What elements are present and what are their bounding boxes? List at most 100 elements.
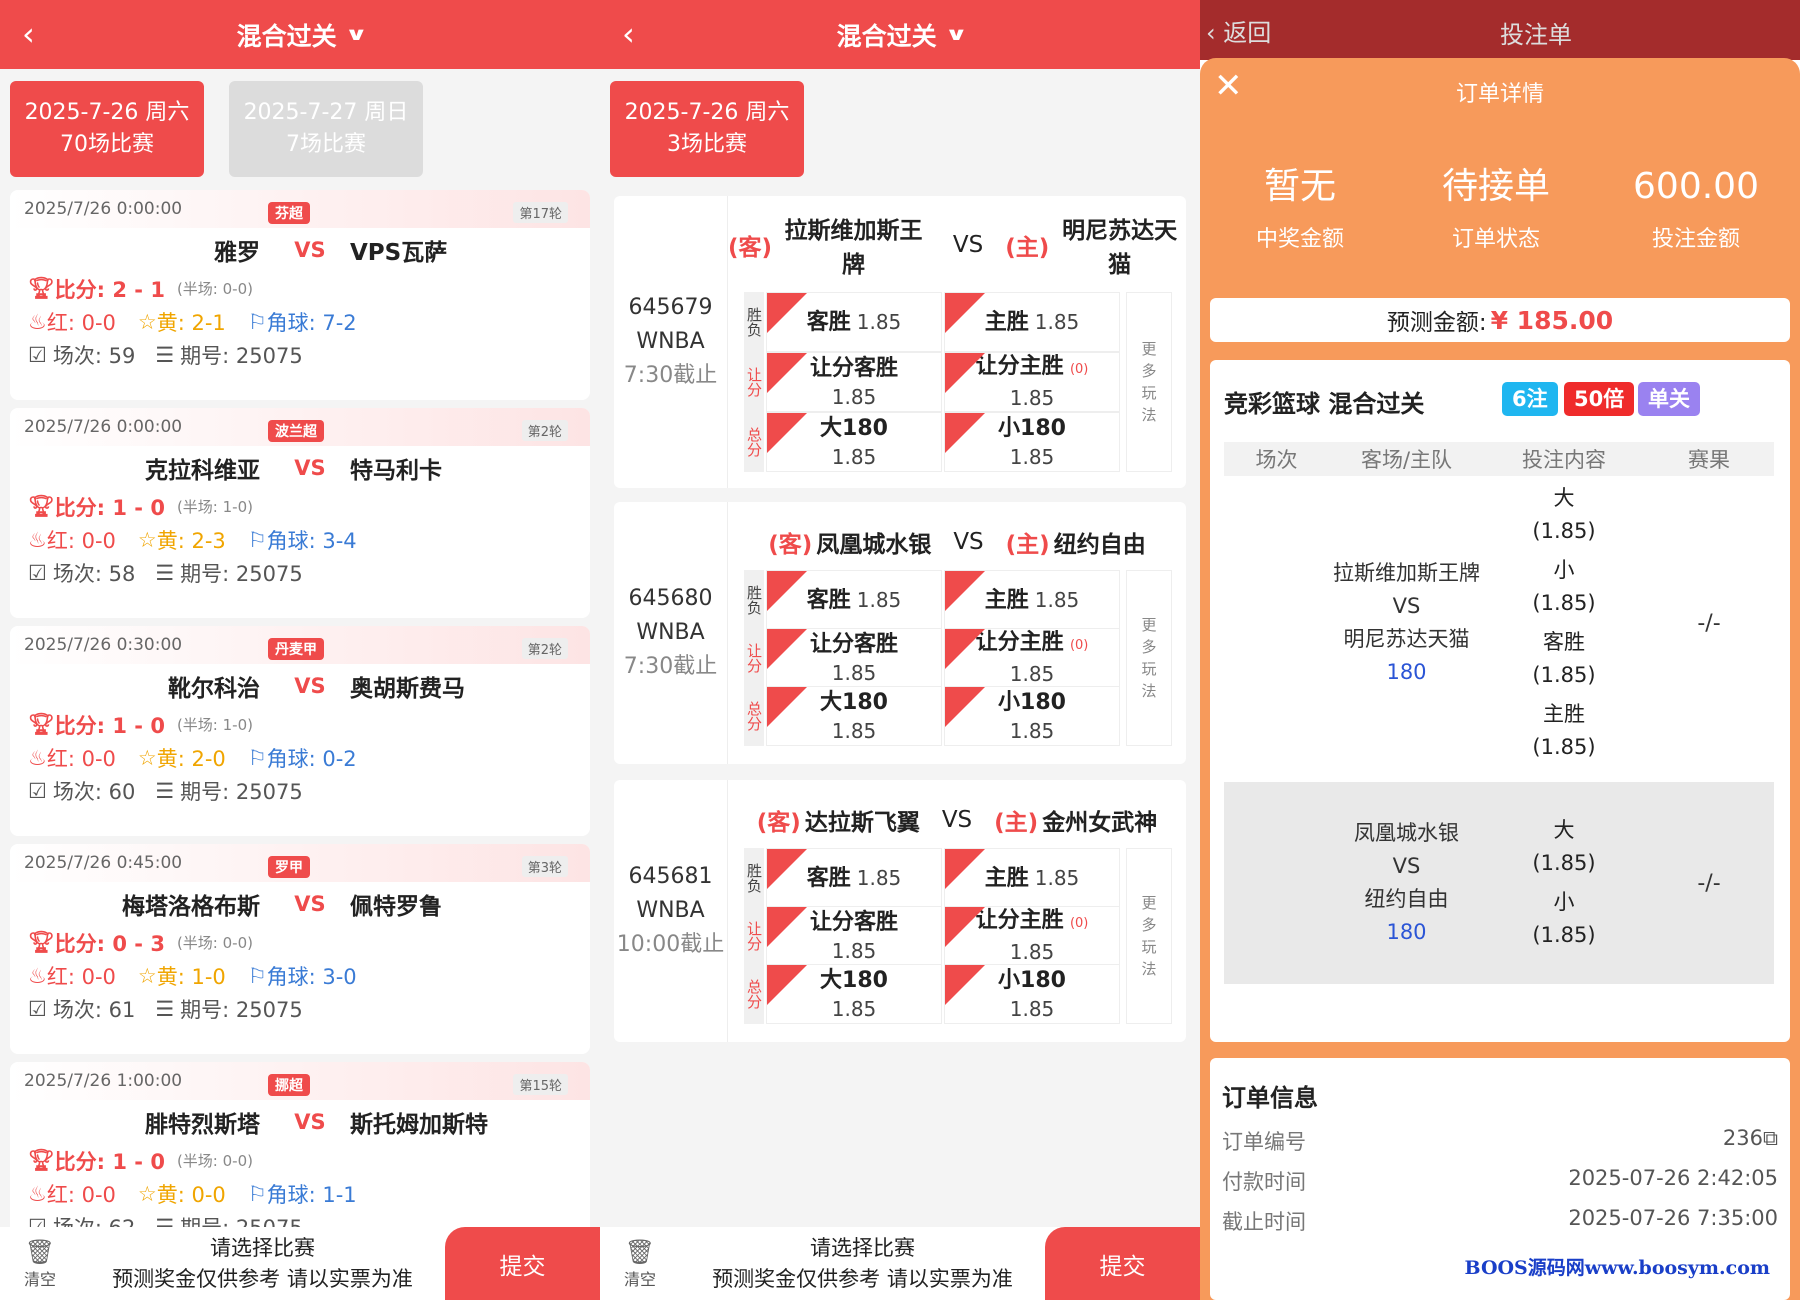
bet-item: 小 (1.85) bbox=[1484, 886, 1644, 952]
back-arrow-icon[interactable]: ‹ bbox=[22, 15, 35, 53]
odds-button[interactable]: 主胜 1.85 bbox=[944, 570, 1120, 630]
home-team: 靴尔科治 bbox=[168, 676, 260, 702]
header: ‹ 混合过关 ∨ bbox=[600, 0, 1200, 69]
list-icon: ☰ bbox=[155, 342, 175, 367]
odds-button[interactable]: 客胜 1.85 bbox=[766, 292, 942, 352]
away-team: 达拉斯飞翼 bbox=[804, 810, 920, 836]
odds-button[interactable]: 小180 1.85 bbox=[944, 686, 1120, 746]
odds-row: 总分 大180 1.85 小180 1.85 bbox=[744, 686, 1120, 746]
date-tab-2[interactable]: 2025-7-27 周日 7场比赛 bbox=[229, 81, 423, 177]
submit-button[interactable]: 提交 bbox=[445, 1227, 600, 1300]
page-title[interactable]: 混合过关 bbox=[837, 17, 937, 53]
date-tab-1[interactable]: 2025-7-26 周六 70场比赛 bbox=[10, 81, 204, 177]
odds-button[interactable]: 让分主胜 (0) 1.85 bbox=[944, 628, 1120, 688]
chevron-down-icon[interactable]: ∨ bbox=[944, 24, 967, 45]
odds-button[interactable]: 让分客胜 1.85 bbox=[766, 352, 942, 412]
away-tag: (客) bbox=[756, 810, 801, 836]
league-badge: 丹麦甲 bbox=[268, 638, 324, 660]
red-cards: 红: 0-0 bbox=[46, 1182, 116, 1207]
odds-button[interactable]: 让分客胜 1.85 bbox=[766, 906, 942, 966]
teams: 梅塔洛格布斯 VS 佩特罗鲁 bbox=[10, 882, 590, 926]
info-row: 付款时间 2025-07-26 2:42:05 bbox=[1222, 1166, 1778, 1196]
date-label: 2025-7-27 周日 bbox=[243, 100, 409, 125]
odds-button[interactable]: 大180 1.85 bbox=[766, 412, 942, 472]
back-arrow-icon[interactable]: ‹ bbox=[622, 15, 635, 53]
odds-value: 1.85 bbox=[831, 660, 877, 685]
more-plays-button[interactable]: 更多玩法 bbox=[1126, 570, 1172, 746]
corners: 角球: 3-4 bbox=[266, 528, 357, 553]
match-card[interactable]: 2025/7/26 0:00:00 波兰超 第2轮 克拉科维亚 VS 特马利卡 🏆︎ 比分: … bbox=[10, 408, 590, 618]
odds-button[interactable]: 让分主胜 (0) 1.85 bbox=[944, 906, 1120, 966]
home-team: 纽约自由 bbox=[1053, 532, 1146, 558]
odds-button[interactable]: 客胜 1.85 bbox=[766, 848, 942, 908]
more-plays-button[interactable]: 更多玩法 bbox=[1126, 848, 1172, 1024]
chevron-down-icon[interactable]: ∨ bbox=[344, 24, 367, 45]
submit-button[interactable]: 提交 bbox=[1045, 1227, 1200, 1300]
odds-line: 让分客胜 bbox=[810, 908, 898, 937]
info-line: ☑ 场次: 61 ☰ 期号: 25075 bbox=[10, 992, 590, 1025]
page-title[interactable]: 混合过关 bbox=[237, 17, 337, 53]
market-label: 胜负 bbox=[744, 848, 764, 908]
away-team: 凤凰城水银 bbox=[816, 532, 932, 558]
red-cards: 红: 0-0 bbox=[46, 746, 116, 771]
more-plays-button[interactable]: 更多玩法 bbox=[1126, 292, 1172, 472]
col-header: 客场/主队 bbox=[1360, 448, 1453, 472]
corner-flag-icon bbox=[767, 907, 807, 947]
info-label: 截止时间 bbox=[1222, 1210, 1306, 1234]
odds-button[interactable]: 让分客胜 1.85 bbox=[766, 628, 942, 688]
odds-button[interactable]: 小180 1.85 bbox=[944, 964, 1120, 1024]
match-card[interactable]: 2025/7/26 0:00:00 芬超 第17轮 雅罗 VS VPS瓦萨 🏆︎ 比分: 2 … bbox=[10, 190, 590, 400]
score-line: 🏆︎ 比分: 2 - 1 (半场: 0-0) bbox=[10, 272, 590, 305]
star-icon: ☆ bbox=[137, 527, 157, 552]
odds-button[interactable]: 大180 1.85 bbox=[766, 686, 942, 746]
odds-line: 客胜 1.85 bbox=[807, 864, 902, 893]
clear-button[interactable]: 🗑 清空 bbox=[0, 1238, 80, 1290]
corner-flag-icon bbox=[767, 353, 807, 393]
bet-odds: (1.85) bbox=[1532, 663, 1596, 687]
odds-line: 客胜 1.85 bbox=[807, 586, 902, 615]
teams-cell: 凤凰城水银 VS 纽约自由 180 bbox=[1329, 817, 1484, 949]
match-time: 2025/7/26 0:30:00 bbox=[24, 635, 183, 655]
match-time: 2025/7/26 1:00:00 bbox=[24, 1071, 183, 1091]
match-count: 7场比赛 bbox=[286, 132, 366, 157]
clear-label: 清空 bbox=[623, 1269, 656, 1289]
info-label: 付款时间 bbox=[1222, 1170, 1306, 1194]
teams: 腓特烈斯塔 VS 斯托姆加斯特 bbox=[10, 1100, 590, 1144]
odds-line: 小180 bbox=[998, 966, 1066, 995]
odds-button[interactable]: 主胜 1.85 bbox=[944, 292, 1120, 352]
bet-item: 大 (1.85) bbox=[1484, 814, 1644, 880]
match-card[interactable]: 2025/7/26 0:30:00 丹麦甲 第2轮 靴尔科治 VS 奥胡斯费马 🏆︎ 比分: … bbox=[10, 626, 590, 836]
list-icon: ☰ bbox=[155, 996, 175, 1021]
clear-button[interactable]: 🗑 清空 bbox=[600, 1238, 680, 1290]
issue: 期号: 25075 bbox=[180, 343, 303, 368]
fire-icon: ♨ bbox=[28, 963, 47, 988]
stat-value: 暂无 bbox=[1263, 166, 1336, 207]
odds-button[interactable]: 让分主胜 (0) 1.85 bbox=[944, 352, 1120, 412]
session: 场次: 60 bbox=[52, 779, 136, 804]
match-time: 2025/7/26 0:45:00 bbox=[24, 853, 183, 873]
fire-icon: ♨ bbox=[28, 1181, 47, 1206]
score-line: 🏆︎ 比分: 1 - 0 (半场: 1-0) bbox=[10, 490, 590, 523]
odds-button[interactable]: 客胜 1.85 bbox=[766, 570, 942, 630]
match-card[interactable]: 2025/7/26 0:45:00 罗甲 第3轮 梅塔洛格布斯 VS 佩特罗鲁 🏆︎ 比分: … bbox=[10, 844, 590, 1054]
yellow-cards: 黄: 2-1 bbox=[156, 310, 226, 335]
odds-button[interactable]: 主胜 1.85 bbox=[944, 848, 1120, 908]
bets-cell: 大 (1.85) 小 (1.85) 客胜 (1.85) 主胜 (1.85) bbox=[1484, 476, 1644, 770]
odds-name: 大180 bbox=[820, 415, 888, 441]
info-value[interactable]: 236⧉ bbox=[1723, 1126, 1778, 1156]
odds-button[interactable]: 小180 1.85 bbox=[944, 412, 1120, 472]
odds-name: 小180 bbox=[998, 415, 1066, 441]
home-team: 明尼苏达天猫 bbox=[1062, 218, 1178, 278]
handicap: (0) bbox=[1069, 916, 1089, 931]
date-tab-1[interactable]: 2025-7-26 周六 3场比赛 bbox=[610, 81, 804, 177]
cards-line: ♨ 红: 0-0 ☆ 黄: 0-0 ⚐ 角球: 1-1 bbox=[10, 1177, 590, 1210]
line-value: 180 bbox=[1386, 920, 1427, 944]
odds-button[interactable]: 大180 1.85 bbox=[766, 964, 942, 1024]
more-label: 更多玩法 bbox=[1141, 894, 1157, 978]
corners: 角球: 7-2 bbox=[266, 310, 357, 335]
teams: 靴尔科治 VS 奥胡斯费马 bbox=[10, 664, 590, 708]
list-icon: ☰ bbox=[155, 778, 175, 803]
flag-icon: ⚐ bbox=[247, 963, 267, 988]
league-badge: 罗甲 bbox=[268, 856, 310, 878]
back-button[interactable]: ‹ 返回 bbox=[1206, 13, 1271, 48]
